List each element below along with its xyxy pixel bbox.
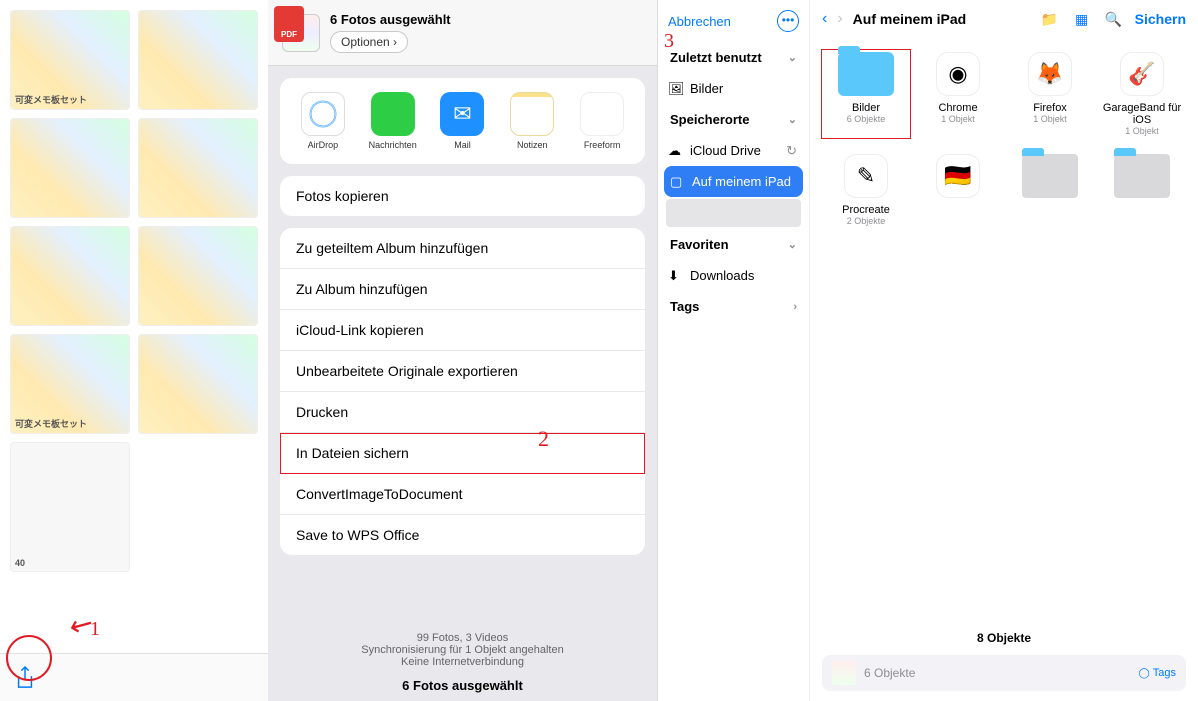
footer-count: 6 Objekte: [864, 666, 1131, 680]
files-sidebar: Abbrechen ••• 3 Zuletzt benutzt⌄🖼BilderS…: [657, 0, 809, 701]
file-item[interactable]: Bilder6 Objekte: [824, 52, 908, 136]
sidebar-item[interactable]: ⬇︎Downloads: [658, 260, 809, 291]
share-action[interactable]: Zu geteiltem Album hinzufügen: [280, 228, 645, 269]
share-action[interactable]: Unbearbeitete Originale exportieren: [280, 351, 645, 392]
share-action[interactable]: Fotos kopieren: [280, 176, 645, 216]
photo-thumb[interactable]: [10, 118, 130, 218]
footer-count: 99 Fotos, 3 Videos: [276, 632, 649, 644]
footer-thumb: [832, 661, 856, 685]
sidebar-item[interactable]: 🖼Bilder: [658, 73, 809, 104]
share-title: 6 Fotos ausgewählt: [330, 12, 451, 27]
sidebar-section[interactable]: Zuletzt benutzt⌄: [658, 42, 809, 73]
photo-thumb[interactable]: 可変メモ板セット: [10, 334, 130, 434]
files-browser: ‹ › Auf meinem iPad 📁 ▦ 🔍 Sichern Bilder…: [809, 0, 1198, 701]
files-grid: Bilder6 Objekte◉Chrome1 Objekt🦊Firefox1 …: [810, 38, 1198, 240]
photo-thumb[interactable]: 可変メモ板セット: [10, 10, 130, 110]
share-sheet: PDF 6 Fotos ausgewählt Optionen AirDropN…: [268, 0, 657, 701]
file-item[interactable]: ✎Procreate2 Objekte: [824, 154, 908, 226]
photo-thumb[interactable]: [138, 226, 258, 326]
more-button[interactable]: •••: [777, 10, 799, 32]
share-app-airdrop[interactable]: AirDrop: [293, 92, 353, 150]
photo-thumb[interactable]: [138, 118, 258, 218]
back-button[interactable]: ‹: [822, 10, 827, 28]
sidebar-section[interactable]: Favoriten⌄: [658, 229, 809, 260]
location-title: Auf meinem iPad: [853, 11, 1029, 27]
share-options-button[interactable]: Optionen: [330, 31, 408, 53]
view-grid-icon[interactable]: ▦: [1071, 11, 1093, 28]
forward-button: ›: [837, 10, 842, 28]
share-action[interactable]: Save to WPS Office: [280, 515, 645, 555]
sidebar-item[interactable]: ▢Auf meinem iPad: [664, 166, 803, 197]
photo-grid: 可変メモ板セット可変メモ板セット40: [0, 0, 268, 582]
share-app-mail[interactable]: ✉︎Mail: [432, 92, 492, 150]
pdf-badge: PDF: [274, 6, 304, 42]
footer-selected: 6 Fotos ausgewählt: [276, 678, 649, 693]
tags-button[interactable]: Tags: [1139, 667, 1176, 679]
toolbar: [0, 653, 268, 701]
annotation-1: 1: [90, 618, 100, 641]
sidebar-section[interactable]: Speicherorte⌄: [658, 104, 809, 135]
photo-thumb[interactable]: [138, 334, 258, 434]
share-action[interactable]: ConvertImageToDocument: [280, 474, 645, 515]
cancel-button[interactable]: Abbrechen: [668, 14, 731, 29]
share-icon[interactable]: [14, 665, 36, 691]
share-action[interactable]: Zu Album hinzufügen: [280, 269, 645, 310]
photos-panel: 可変メモ板セット可変メモ板セット40 ↙ 1: [0, 0, 268, 701]
annotation-3: 3: [664, 30, 674, 53]
photo-thumb[interactable]: [138, 10, 258, 110]
sidebar-section[interactable]: Tags›: [658, 291, 809, 322]
save-button[interactable]: Sichern: [1135, 11, 1186, 27]
photo-thumb[interactable]: [10, 226, 130, 326]
share-footer: 99 Fotos, 3 Videos Synchronisierung für …: [268, 624, 657, 701]
search-icon[interactable]: 🔍: [1103, 11, 1125, 28]
share-app-freeform[interactable]: Freeform: [572, 92, 632, 150]
share-app-notes[interactable]: Notizen: [502, 92, 562, 150]
share-action[interactable]: In Dateien sichern: [280, 433, 645, 474]
share-app-msg[interactable]: Nachrichten: [363, 92, 423, 150]
file-item[interactable]: [1008, 154, 1092, 226]
share-actions-group-2: Zu geteiltem Album hinzufügenZu Album hi…: [280, 228, 645, 555]
share-header: 6 Fotos ausgewählt Optionen: [268, 0, 657, 66]
share-actions-group-1: Fotos kopieren: [280, 176, 645, 216]
photo-thumb[interactable]: 40: [10, 442, 130, 572]
new-folder-icon[interactable]: 📁: [1039, 11, 1061, 28]
footer-sync: Synchronisierung für 1 Objekt angehalten: [276, 644, 649, 656]
object-count: 8 Objekte: [810, 631, 1198, 645]
file-item[interactable]: 🦊Firefox1 Objekt: [1008, 52, 1092, 136]
share-action[interactable]: iCloud-Link kopieren: [280, 310, 645, 351]
file-item[interactable]: 🇩🇪: [916, 154, 1000, 226]
sidebar-item[interactable]: ☁︎iCloud Drive ↻: [658, 135, 809, 166]
share-action[interactable]: Drucken: [280, 392, 645, 433]
save-footer: 6 Objekte Tags: [822, 655, 1186, 691]
share-apps-row: AirDropNachrichten✉︎MailNotizenFreeform: [280, 78, 645, 164]
file-item[interactable]: 🎸GarageBand für iOS1 Objekt: [1100, 52, 1184, 136]
file-item[interactable]: ◉Chrome1 Objekt: [916, 52, 1000, 136]
annotation-2: 2: [538, 426, 549, 452]
footer-net: Keine Internetverbindung: [276, 656, 649, 668]
file-item[interactable]: [1100, 154, 1184, 226]
